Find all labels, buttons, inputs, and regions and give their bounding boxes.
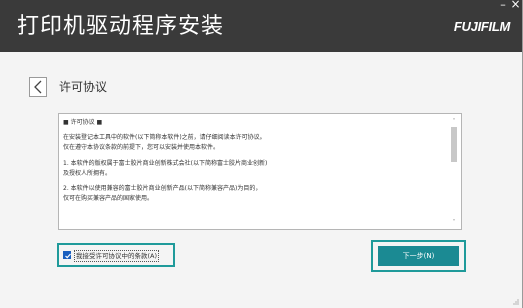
check-icon bbox=[65, 253, 71, 259]
license-scrollbar[interactable]: ˄ ˅ bbox=[450, 118, 458, 226]
license-line: 及授权人所拥有。 bbox=[63, 169, 112, 177]
license-line: ■ 许可协议 ■ bbox=[63, 119, 103, 126]
agree-highlight: 我接受许可协议中的条款(A) bbox=[57, 243, 175, 267]
agree-checkbox[interactable] bbox=[63, 251, 71, 259]
license-line: 在安装登记本工具中的软件(以下简称本软件)之前，请仔细阅读本许可协议。 bbox=[63, 134, 266, 142]
section-title: 许可协议 bbox=[59, 80, 108, 94]
header-bar: 打印机驱动程序安装 FUJIFILM – × bbox=[0, 0, 522, 52]
app-title: 打印机驱动程序安装 bbox=[17, 14, 225, 39]
chevron-left-icon bbox=[34, 80, 42, 94]
license-text: ■ 许可协议 ■ 在安装登记本工具中的软件(以下简称本软件)之前，请仔细阅读本许… bbox=[63, 118, 447, 204]
brand-logo: FUJIFILM bbox=[453, 19, 510, 34]
license-line: 仅可在购买兼容产品的国家使用。 bbox=[63, 195, 154, 203]
next-highlight: 下一步(N) bbox=[371, 240, 466, 272]
minimize-button[interactable]: – bbox=[498, 0, 508, 11]
agree-label[interactable]: 我接受许可协议中的条款(A) bbox=[74, 250, 160, 262]
scroll-up-icon[interactable]: ˄ bbox=[450, 118, 458, 125]
close-button[interactable]: × bbox=[510, 0, 521, 11]
installer-window: 打印机驱动程序安装 FUJIFILM – × 许可协议 ■ 许可协议 ■ 在安装… bbox=[0, 0, 523, 308]
license-line: 仅在遵守本协议条款的前提下，您可以安装并使用本软件。 bbox=[63, 144, 220, 152]
license-text-box[interactable]: ■ 许可协议 ■ 在安装登记本工具中的软件(以下简称本软件)之前，请仔细阅读本许… bbox=[58, 113, 462, 230]
license-line: 1. 本软件的版权属于富士胶片商业创新株式会社(以下简称富士胶片商业创新) bbox=[63, 159, 268, 167]
resize-grip-icon[interactable] bbox=[513, 299, 519, 305]
next-button[interactable]: 下一步(N) bbox=[378, 246, 459, 266]
license-line: 2. 本软件以使用兼容的富士胶片商业创新产品(以下简称兼容产品)为目的， bbox=[63, 185, 262, 193]
scroll-thumb[interactable] bbox=[451, 127, 457, 162]
scroll-down-icon[interactable]: ˅ bbox=[450, 219, 458, 226]
back-button[interactable] bbox=[29, 77, 47, 97]
